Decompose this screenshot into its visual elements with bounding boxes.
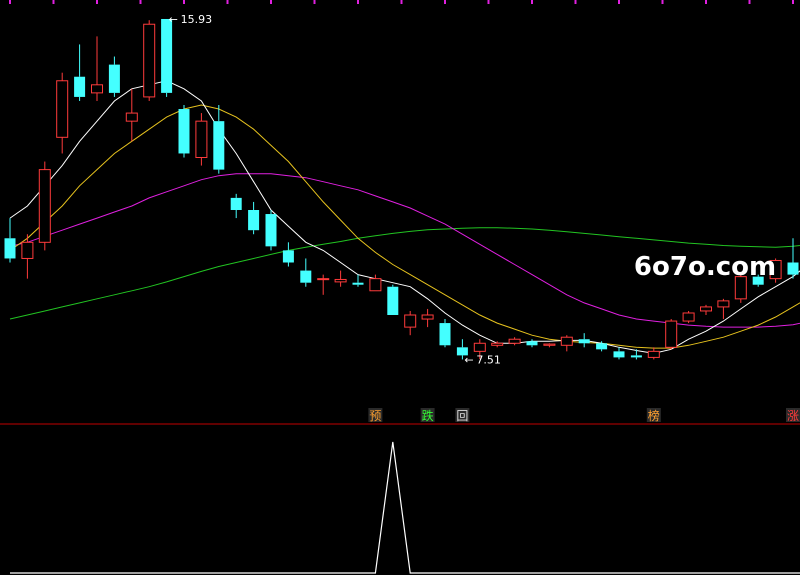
candle-body — [630, 355, 642, 358]
candle-body — [491, 342, 504, 346]
candle-body — [91, 84, 103, 94]
high-price-arrow: ← — [169, 13, 178, 26]
candle-body — [560, 336, 573, 346]
high-price-label: 15.93 — [181, 13, 213, 26]
candle-body — [369, 278, 382, 292]
candle[interactable] — [178, 105, 190, 158]
candle-body — [74, 76, 86, 97]
candle-body — [230, 197, 242, 210]
candle-body — [300, 270, 312, 283]
candle-body — [56, 80, 69, 138]
signal-label: 预 — [369, 409, 381, 423]
candle-body — [387, 286, 399, 315]
chart-background — [0, 0, 800, 575]
signal-label: 回 — [456, 409, 468, 423]
candle-body — [125, 112, 138, 122]
candle[interactable] — [439, 319, 451, 348]
candle-body — [613, 351, 625, 358]
candle-body — [700, 306, 712, 312]
candle[interactable] — [38, 161, 51, 251]
signal-label: 跌 — [422, 408, 434, 423]
candle-body — [213, 121, 225, 170]
candle-body — [596, 343, 608, 350]
candle-body — [352, 282, 364, 285]
candle-body — [682, 312, 695, 322]
candle-body — [473, 342, 486, 352]
candle[interactable] — [161, 18, 173, 97]
candle-body — [439, 323, 451, 346]
candle-body — [282, 250, 294, 263]
candle-body — [526, 341, 538, 346]
candle[interactable] — [143, 20, 156, 101]
candle[interactable] — [682, 310, 695, 324]
candle-body — [108, 64, 120, 93]
candle-body — [334, 278, 347, 283]
signal-label: 涨 — [787, 408, 799, 423]
candle-body — [195, 120, 208, 158]
signal-label: 榜 — [648, 408, 660, 423]
candle-body — [178, 109, 190, 154]
candle-body — [647, 350, 660, 358]
candle-body — [787, 262, 799, 275]
candle-body — [578, 339, 590, 344]
candle[interactable] — [265, 210, 277, 251]
candle-body — [665, 320, 678, 348]
candle-body — [717, 300, 730, 308]
candle-body — [265, 214, 277, 247]
candle-body — [404, 314, 417, 328]
candle-body — [317, 278, 330, 281]
low-price-label: 7.51 — [476, 353, 501, 366]
candle-body — [21, 241, 34, 259]
candle[interactable] — [665, 319, 678, 350]
candle-body — [508, 338, 521, 344]
candle-body — [543, 343, 556, 346]
watermark: 6o7o.com — [634, 252, 776, 282]
candle-body — [143, 23, 156, 98]
candle[interactable] — [387, 284, 399, 315]
candle-body — [38, 169, 51, 243]
candle-body — [248, 210, 260, 231]
candle-body — [4, 238, 16, 259]
stock-chart: 15.93 ← 7.51 ← 6o7o.com 预 跌 回 榜 涨 — [0, 0, 800, 575]
candle[interactable] — [195, 113, 208, 166]
candle-body — [161, 18, 173, 93]
low-price-arrow: ← — [464, 353, 473, 366]
candle-body — [421, 314, 434, 320]
